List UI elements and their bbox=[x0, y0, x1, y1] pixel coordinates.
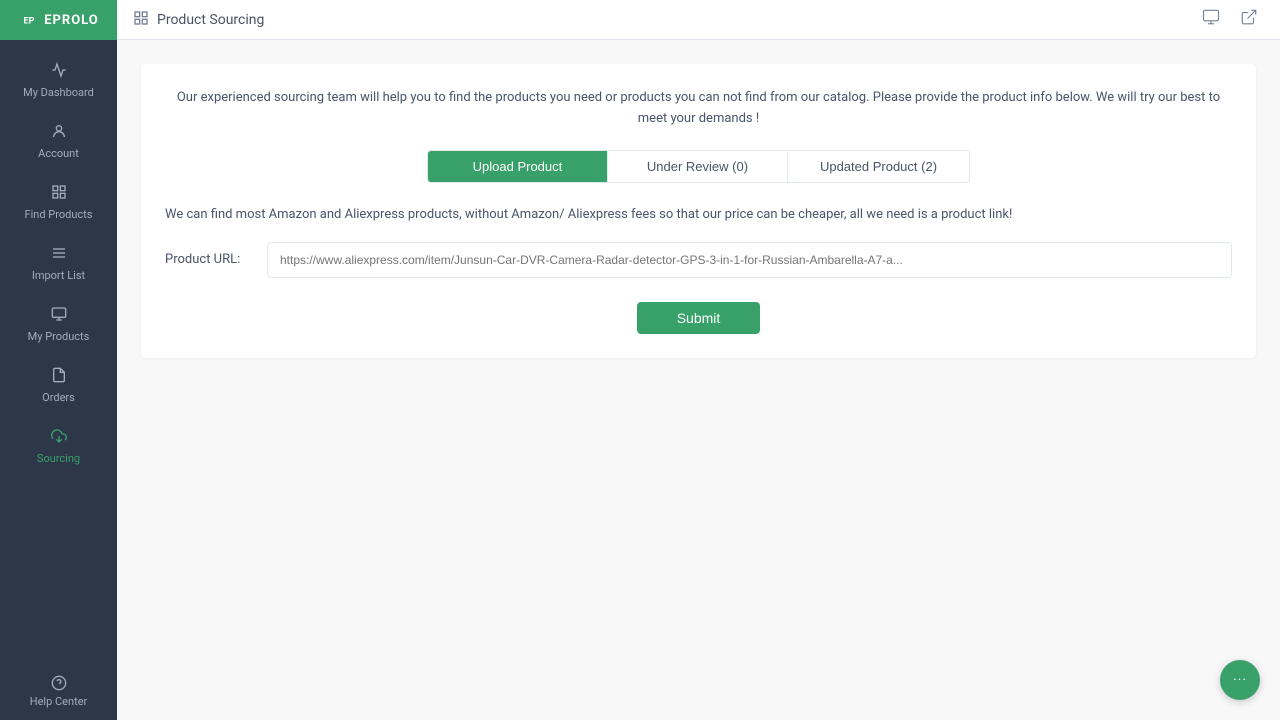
sidebar-item-account[interactable]: Account bbox=[0, 111, 117, 172]
sidebar-nav: My Dashboard Account Find Products Impor… bbox=[0, 40, 117, 663]
logo-text: EPROLO bbox=[44, 13, 99, 28]
sidebar-item-find-products[interactable]: Find Products bbox=[0, 172, 117, 233]
tabs: Upload Product Under Review (0) Updated … bbox=[427, 150, 970, 183]
sidebar: EP EPROLO My Dashboard Account Find Prod… bbox=[0, 0, 117, 720]
main-area: Product Sourcing Our experienced sourcin… bbox=[117, 0, 1280, 720]
submit-button[interactable]: Submit bbox=[637, 302, 761, 334]
sidebar-item-dashboard[interactable]: My Dashboard bbox=[0, 50, 117, 111]
sidebar-label-dashboard: My Dashboard bbox=[23, 86, 94, 99]
sidebar-label-import-list: Import List bbox=[32, 269, 85, 282]
help-center[interactable]: Help Center bbox=[0, 663, 117, 720]
help-center-label: Help Center bbox=[30, 695, 88, 708]
header: Product Sourcing bbox=[117, 0, 1280, 40]
sidebar-item-my-products[interactable]: My Products bbox=[0, 294, 117, 355]
tab-under-review[interactable]: Under Review (0) bbox=[608, 151, 788, 182]
header-title: Product Sourcing bbox=[157, 12, 264, 28]
external-link-button[interactable] bbox=[1234, 6, 1264, 33]
account-icon bbox=[51, 123, 67, 143]
product-url-label: Product URL: bbox=[165, 252, 255, 267]
monitor-button[interactable] bbox=[1196, 6, 1226, 33]
sidebar-label-sourcing: Sourcing bbox=[37, 452, 80, 465]
sidebar-item-orders[interactable]: Orders bbox=[0, 355, 117, 416]
sidebar-label-account: Account bbox=[38, 147, 79, 160]
sidebar-item-sourcing[interactable]: Sourcing bbox=[0, 416, 117, 477]
help-icon bbox=[51, 675, 67, 691]
find-products-icon bbox=[51, 184, 67, 204]
info-text: We can find most Amazon and Aliexpress p… bbox=[165, 207, 1232, 222]
sidebar-label-find-products: Find Products bbox=[25, 208, 93, 221]
tab-upload-product[interactable]: Upload Product bbox=[428, 151, 608, 182]
chat-bubble[interactable]: ··· bbox=[1220, 660, 1260, 700]
product-url-input[interactable] bbox=[267, 242, 1232, 278]
sidebar-label-my-products: My Products bbox=[28, 330, 90, 343]
content-area: Our experienced sourcing team will help … bbox=[117, 40, 1280, 720]
orders-icon bbox=[51, 367, 67, 387]
tab-updated-product[interactable]: Updated Product (2) bbox=[788, 151, 969, 182]
sidebar-item-import-list[interactable]: Import List bbox=[0, 233, 117, 294]
description-text: Our experienced sourcing team will help … bbox=[165, 88, 1232, 130]
chat-icon: ··· bbox=[1233, 672, 1247, 688]
content-card: Our experienced sourcing team will help … bbox=[141, 64, 1256, 358]
my-products-icon bbox=[51, 306, 67, 326]
header-actions bbox=[1196, 6, 1264, 33]
logo[interactable]: EP EPROLO bbox=[0, 0, 117, 40]
svg-text:EP: EP bbox=[24, 17, 35, 27]
import-list-icon bbox=[51, 245, 67, 265]
sourcing-icon bbox=[51, 428, 67, 448]
header-left: Product Sourcing bbox=[133, 10, 264, 30]
dashboard-icon bbox=[51, 62, 67, 82]
product-url-row: Product URL: bbox=[165, 242, 1232, 278]
header-page-icon bbox=[133, 10, 149, 30]
sidebar-label-orders: Orders bbox=[42, 391, 75, 404]
submit-row: Submit bbox=[165, 302, 1232, 334]
